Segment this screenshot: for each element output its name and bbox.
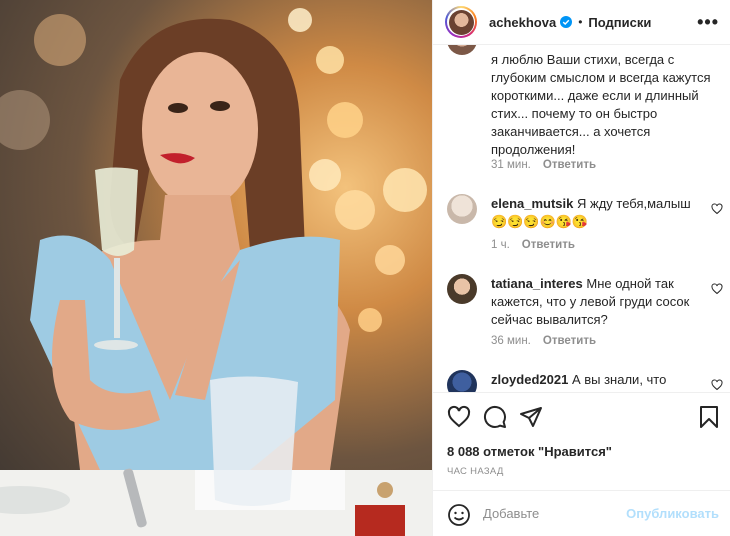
comment-emoji: 😏😏😏😊😘😘	[491, 214, 589, 229]
like-heart-icon[interactable]	[447, 405, 471, 429]
like-comment-heart-icon[interactable]	[711, 283, 723, 295]
comment-text: А вы знали, что	[571, 372, 667, 387]
comment-body: elena_mutsik Я жду тебя,малыш 😏😏😏😊😘😘	[491, 195, 716, 231]
comment-username[interactable]: zloyded2021	[491, 372, 568, 387]
post-photo[interactable]	[0, 0, 432, 536]
avatar-image	[448, 9, 474, 35]
comment-avatar[interactable]	[447, 45, 477, 55]
author-avatar[interactable]	[445, 6, 477, 38]
comment-time: 1 ч.	[491, 239, 510, 251]
save-bookmark-icon[interactable]	[697, 405, 721, 429]
comment-composer: Опубликовать	[433, 490, 730, 536]
instagram-post-modal: achekhova • Подписки ••• я люблю Ваши ст…	[0, 0, 730, 536]
reply-button[interactable]: Ответить	[522, 239, 575, 251]
post-header: achekhova • Подписки •••	[433, 0, 730, 45]
photo-illustration	[0, 8, 432, 536]
comment-body: tatiana_interes Мне одной так кажется, ч…	[491, 275, 716, 329]
like-comment-heart-icon[interactable]	[711, 379, 723, 391]
publish-button[interactable]: Опубликовать	[626, 506, 719, 521]
comment-avatar[interactable]	[447, 274, 477, 304]
post-timestamp: ЧАС НАЗАД	[447, 466, 504, 477]
comment-text: я люблю Ваши стихи, всегда с глубоким см…	[491, 52, 711, 157]
reply-button[interactable]: Ответить	[543, 335, 596, 347]
comment-input[interactable]	[483, 506, 623, 521]
comment-body: zloyded2021 А вы знали, что	[491, 371, 716, 389]
emoji-icon[interactable]	[447, 503, 471, 527]
comment-meta: 31 мин. Ответить	[491, 159, 596, 171]
comments-list[interactable]: я люблю Ваши стихи, всегда с глубоким см…	[433, 45, 730, 392]
reply-button[interactable]: Ответить	[543, 159, 596, 171]
verified-badge-icon	[560, 16, 573, 28]
likes-count[interactable]: 8 088 отметок "Нравится"	[447, 444, 612, 459]
comment-avatar[interactable]	[447, 194, 477, 224]
post-actions: 8 088 отметок "Нравится" ЧАС НАЗАД Опубл…	[433, 392, 730, 536]
following-button[interactable]: Подписки	[588, 15, 651, 30]
like-comment-heart-icon[interactable]	[711, 203, 723, 215]
comment-username[interactable]: elena_mutsik	[491, 196, 573, 211]
header-separator: •	[578, 15, 583, 29]
comment-time: 31 мин.	[491, 159, 531, 171]
comment-text: Я жду тебя,малыш	[577, 196, 691, 211]
author-username[interactable]: achekhova	[489, 15, 556, 30]
comment-time: 36 мин.	[491, 335, 531, 347]
more-options-icon[interactable]: •••	[697, 12, 719, 33]
post-side-panel: achekhova • Подписки ••• я люблю Ваши ст…	[432, 0, 730, 536]
share-paper-plane-icon[interactable]	[519, 405, 543, 429]
comment-avatar[interactable]	[447, 370, 477, 392]
comment-meta: 1 ч. Ответить	[491, 239, 575, 251]
comment-bubble-icon[interactable]	[483, 405, 507, 429]
comment-username[interactable]: tatiana_interes	[491, 276, 583, 291]
comment-meta: 36 мин. Ответить	[491, 335, 596, 347]
